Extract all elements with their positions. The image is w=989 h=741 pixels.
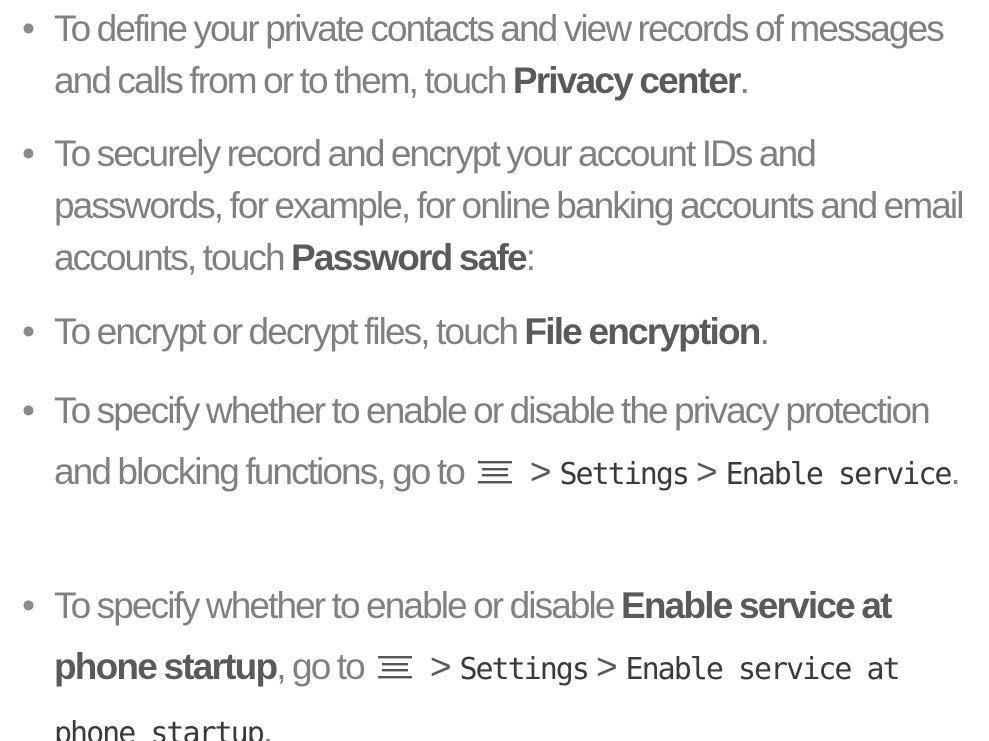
settings-path: Settings <box>459 652 589 687</box>
item-punctuation: . <box>262 710 273 741</box>
item-punctuation: . <box>950 451 960 492</box>
menu-icon <box>477 460 512 484</box>
privacy-center-label: Privacy center <box>512 60 742 101</box>
bullet: • <box>22 311 35 352</box>
item-text: To encrypt or decrypt files, touch <box>54 311 525 352</box>
path-separator: > <box>696 451 718 492</box>
item-punctuation: . <box>759 311 770 352</box>
bullet: • <box>22 390 35 431</box>
menu-icon <box>377 655 412 679</box>
path-separator: > <box>529 451 552 492</box>
settings-path: Settings <box>559 457 690 492</box>
path-separator: > <box>429 646 452 687</box>
list-item: • To specify whether to enable or disabl… <box>20 575 989 741</box>
item-text: To specify whether to enable or disable <box>54 585 621 626</box>
item-text-mid: , go to <box>276 646 365 687</box>
list-item: • To define your private contacts and vi… <box>20 3 989 107</box>
item-text: To define your private contacts and view… <box>54 8 945 101</box>
bullet: • <box>22 8 35 49</box>
document-page: • To define your private contacts and vi… <box>0 0 989 741</box>
file-encryption-label: File encryption <box>524 311 761 352</box>
bullet: • <box>22 133 35 174</box>
path-separator: > <box>595 646 618 687</box>
list-item: • To encrypt or decrypt files, touch Fil… <box>20 306 989 358</box>
list-item: • To specify whether to enable or disabl… <box>20 380 989 505</box>
item-punctuation: . <box>739 60 750 101</box>
enable-service-path: Enable service <box>725 457 953 492</box>
password-safe-label: Password safe <box>291 237 528 278</box>
item-punctuation: : <box>525 237 536 278</box>
bullet: • <box>22 585 35 626</box>
list-item: • To securely record and encrypt your ac… <box>20 128 989 284</box>
